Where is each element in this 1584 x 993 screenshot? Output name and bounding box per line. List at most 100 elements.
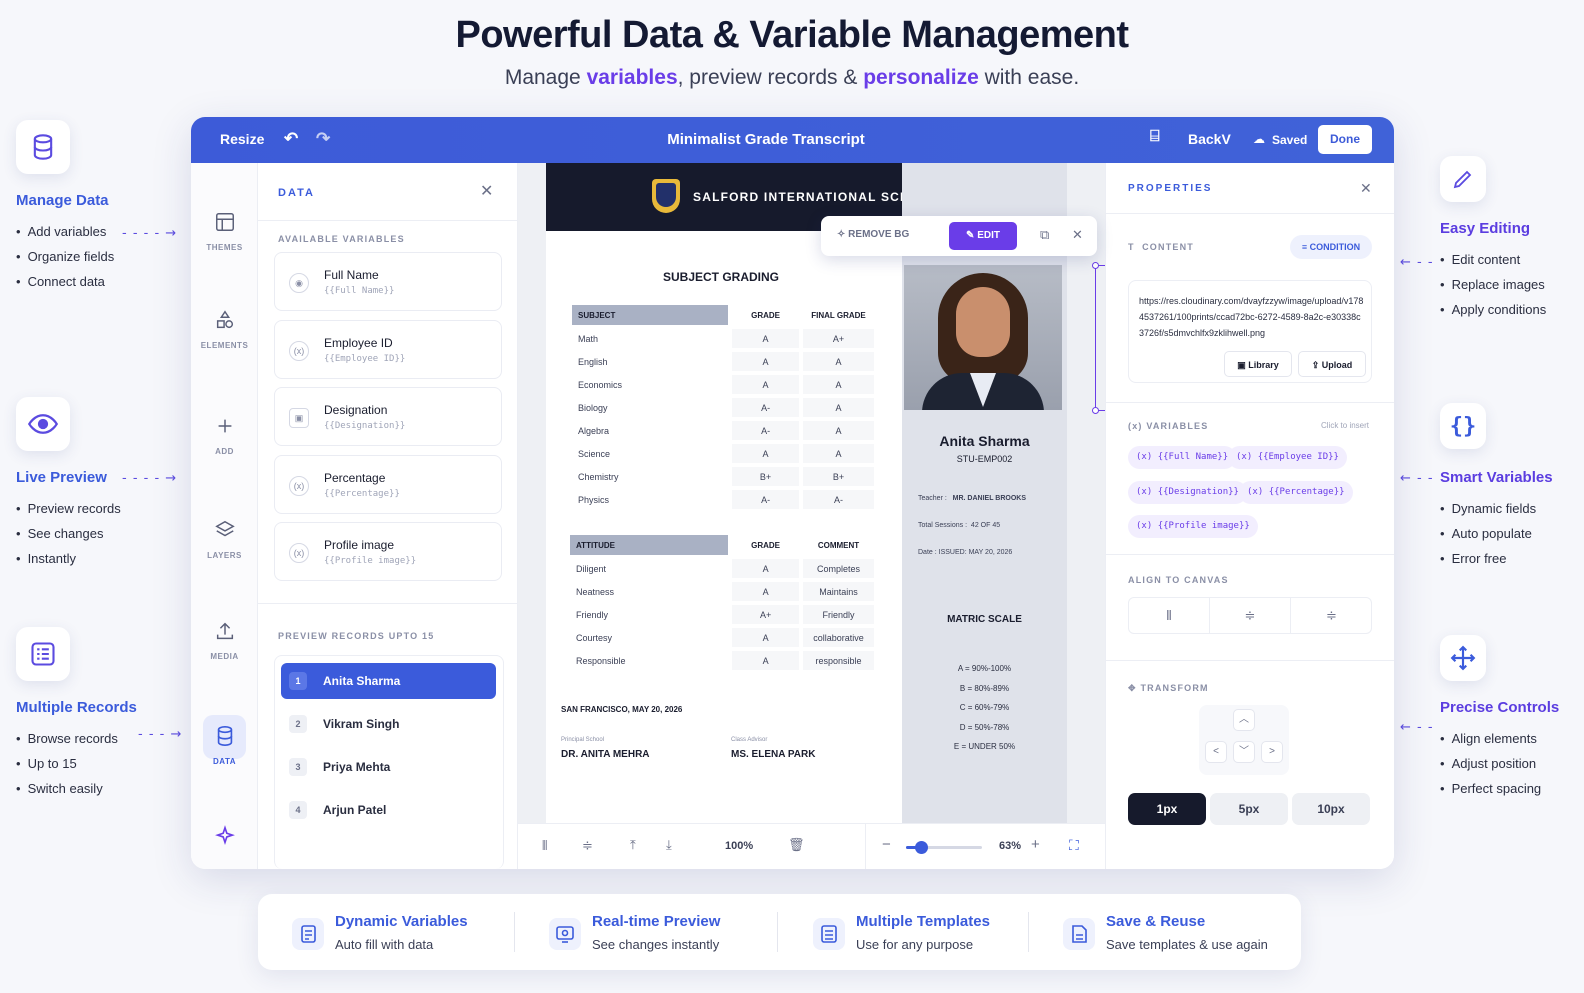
attitude-name: Diligent (576, 563, 607, 574)
nudge-down-icon[interactable]: ﹀ (1233, 741, 1255, 763)
feature-item: Switch easily (16, 776, 196, 801)
record-item[interactable]: 4 Arjun Patel (281, 792, 496, 828)
variable-name: Profile image (324, 538, 395, 552)
align-center-icon[interactable]: ⫴ (542, 838, 547, 854)
subject-name: Science (578, 448, 611, 459)
variable-card[interactable]: (x) Employee ID {{Employee ID}} (274, 320, 502, 379)
document-page[interactable]: SALFORD INTERNATIONAL SCHOOL SUBJECT GRA… (546, 163, 1067, 823)
subject-value: A- (803, 490, 874, 509)
zoom-slider-handle[interactable] (915, 841, 929, 854)
done-button[interactable]: Done (1318, 125, 1372, 154)
table-row: Math A A+ (572, 329, 874, 348)
attitude-value: A (732, 651, 800, 670)
bring-front-icon[interactable]: ⤒ (630, 837, 636, 853)
feature-precise-controls: Precise Controls Align elementsAdjust po… (1440, 635, 1580, 801)
rail-add[interactable]: ADD (191, 415, 258, 456)
monitor-icon (549, 918, 581, 950)
table-row: Economics A A (572, 375, 874, 394)
upload-button[interactable]: ⇪ Upload (1298, 351, 1366, 377)
trash-icon[interactable]: 🗑 (788, 837, 805, 853)
rail-elements[interactable]: ELEMENTS (191, 309, 258, 350)
align-horizontal-icon[interactable]: ⫴ (1129, 598, 1210, 633)
align-vertical-icon[interactable]: ≑ (1210, 598, 1291, 633)
variable-card[interactable]: ◉ Full Name {{Full Name}} (274, 252, 502, 311)
edit-button[interactable]: ✎ EDIT (949, 222, 1017, 250)
click-to-insert: Click to insert (1321, 421, 1370, 430)
opacity-value[interactable]: 100% (725, 840, 753, 852)
subject-value: A (803, 352, 874, 371)
feature-manage-data: Manage Data Add variablesOrganize fields… (16, 120, 196, 294)
url-box[interactable]: https://res.cloudinary.com/dvayfzzyw/ima… (1128, 280, 1372, 383)
rail-layers[interactable]: LAYERS (191, 519, 258, 560)
step-5px-button[interactable]: 5px (1210, 793, 1288, 825)
footer-sub: Use for any purpose (856, 937, 974, 952)
step-1px-button[interactable]: 1px (1128, 793, 1206, 825)
attitude-value: Completes (803, 559, 874, 578)
nudge-up-icon[interactable]: ︿ (1233, 709, 1255, 731)
attitude-value: responsible (803, 651, 874, 670)
zoom-in-icon[interactable]: + (1031, 836, 1040, 853)
feature-item: Replace images (1440, 272, 1580, 297)
rail-magic[interactable] (191, 825, 258, 857)
variable-chip[interactable]: (x) {{Full Name}} (1128, 446, 1237, 469)
fullscreen-icon[interactable]: ⛶ (1069, 837, 1079, 854)
record-item[interactable]: 2 Vikram Singh (281, 706, 496, 742)
variable-chip[interactable]: (x) {{Employee ID}} (1228, 446, 1347, 469)
variable-icon: (x) (289, 543, 309, 563)
duplicate-icon[interactable]: ⧉ (1040, 227, 1049, 243)
close-icon[interactable]: ✕ (1072, 227, 1083, 243)
table-row: Biology A- A (572, 398, 874, 417)
align-center-icon[interactable]: ≑ (1291, 598, 1372, 633)
variable-card[interactable]: ▣ Designation {{Designation}} (274, 387, 502, 446)
divider (258, 603, 517, 604)
table-row: Diligent A Completes (570, 559, 874, 578)
attitude-value: A (732, 582, 800, 601)
feature-item: Organize fields (16, 244, 196, 269)
rail-themes[interactable]: THEMES (191, 211, 258, 252)
close-icon[interactable]: ✕ (1360, 180, 1372, 197)
variable-chip[interactable]: (x) {{Designation}} (1128, 481, 1247, 504)
data-panel: DATA ✕ AVAILABLE VARIABLES ◉ Full Name {{F… (258, 163, 518, 869)
variable-icon: (x) (289, 476, 309, 496)
close-icon[interactable]: ✕ (480, 181, 493, 201)
table-row: Courtesy Acollaborative (570, 628, 874, 647)
variable-card[interactable]: (x) Profile image {{Profile image}} (274, 522, 502, 581)
paint-roller-icon[interactable]: ⌸ (1150, 128, 1160, 146)
attitude-name: Responsible (576, 655, 626, 666)
variable-token: {{Designation}} (324, 421, 406, 431)
nudge-right-icon[interactable]: > (1261, 741, 1283, 763)
nudge-left-icon[interactable]: < (1205, 741, 1227, 763)
footer-title: Dynamic Variables (335, 913, 468, 930)
remove-bg-button[interactable]: ✧ REMOVE BG (837, 229, 909, 240)
library-button[interactable]: ▣ Library (1224, 351, 1292, 377)
variable-chip[interactable]: (x) {{Profile image}} (1128, 515, 1258, 538)
feature-item: Adjust position (1440, 751, 1580, 776)
variable-card[interactable]: (x) Percentage {{Percentage}} (274, 455, 502, 514)
variable-chip[interactable]: (x) {{Percentage}} (1239, 481, 1353, 504)
layers-icon (214, 520, 235, 537)
grading-title: SUBJECT GRADING (663, 270, 780, 284)
arrow-right-icon: - - - → (138, 727, 183, 742)
date-row: Date : ISSUED: MAY 20, 2026 (918, 549, 1013, 556)
feature-title: Multiple Records (16, 699, 137, 716)
back-version-button[interactable]: BackV (1188, 131, 1231, 147)
section-header: AVAILABLE VARIABLES (278, 234, 405, 244)
profile-photo[interactable] (904, 265, 1062, 410)
step-10px-button[interactable]: 10px (1292, 793, 1370, 825)
subject-value: A- (732, 398, 800, 417)
feature-item: Auto populate (1440, 521, 1580, 546)
variable-icon: (x) (289, 341, 309, 361)
zoom-out-icon[interactable]: − (882, 836, 891, 853)
record-item[interactable]: 1 Anita Sharma (281, 663, 496, 699)
rail-media[interactable]: MEDIA (191, 620, 258, 661)
divider (1106, 402, 1394, 403)
align-middle-icon[interactable]: ≑ (582, 838, 593, 854)
condition-button[interactable]: ≡ CONDITION (1290, 235, 1372, 259)
footer-title: Multiple Templates (856, 913, 990, 930)
canvas-area[interactable]: SALFORD INTERNATIONAL SCHOOL SUBJECT GRA… (518, 163, 1258, 823)
subject-value: A (803, 421, 874, 440)
rail-data[interactable]: DATA (191, 725, 258, 766)
record-item[interactable]: 3 Priya Mehta (281, 749, 496, 785)
zoom-slider[interactable] (906, 841, 982, 854)
send-back-icon[interactable]: ⤓ (666, 837, 672, 853)
